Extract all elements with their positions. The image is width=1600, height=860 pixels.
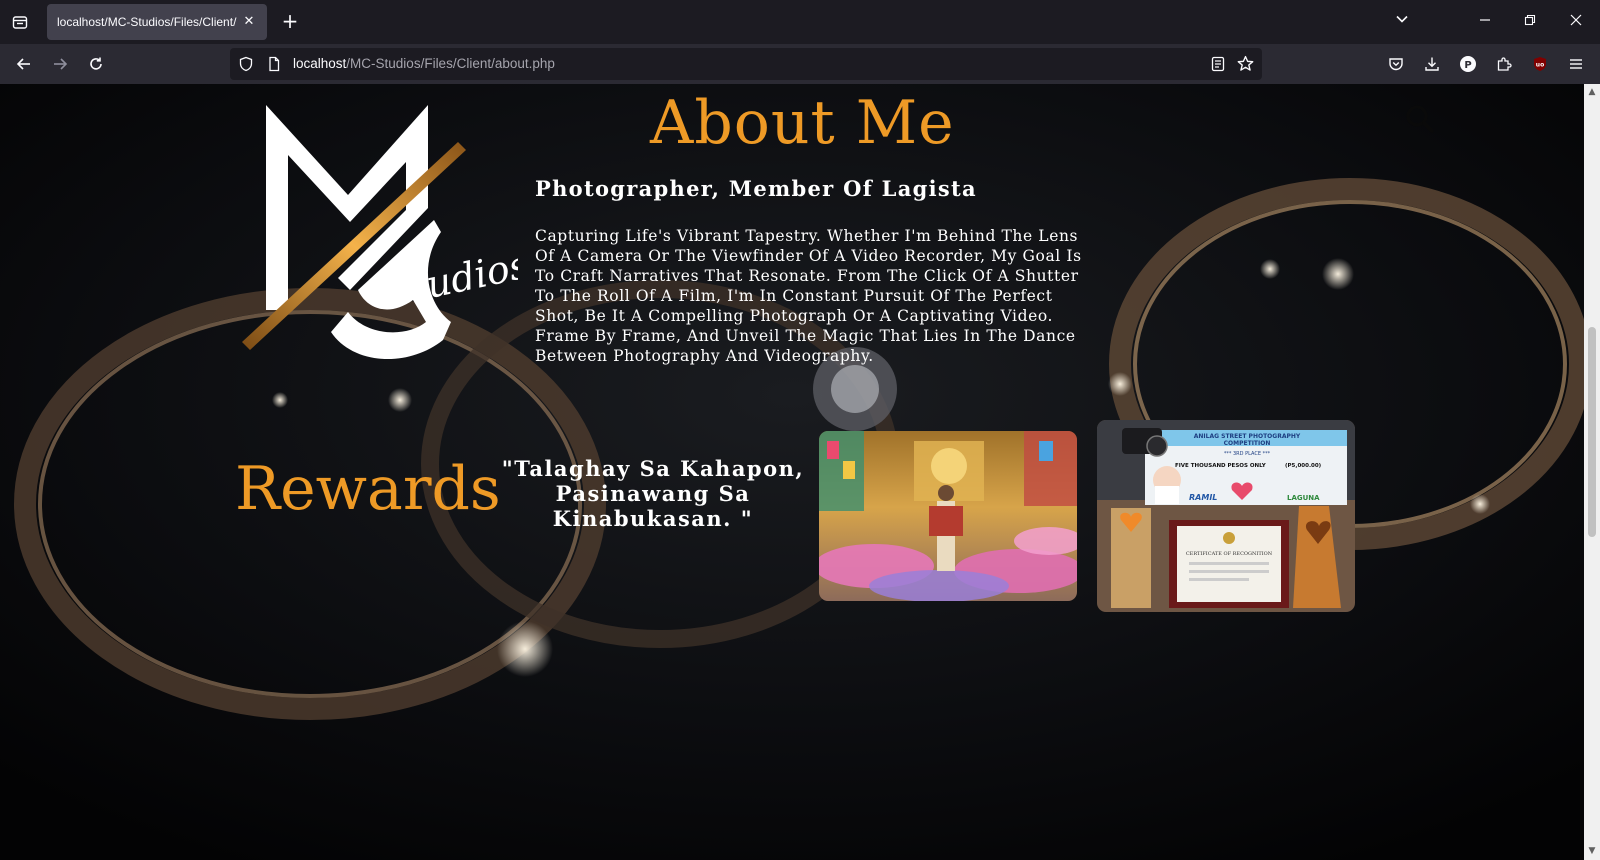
url-path: /MC-Studios/Files/Client/about.php bbox=[346, 56, 555, 71]
forward-button[interactable] bbox=[48, 52, 72, 76]
tab-list-icon bbox=[12, 16, 28, 29]
reload-icon bbox=[90, 57, 102, 70]
scroll-down-arrow[interactable]: ▼ bbox=[1587, 846, 1597, 856]
minimize-button[interactable] bbox=[1473, 10, 1497, 34]
extensions-button[interactable] bbox=[1492, 52, 1516, 76]
certificate-title: CERTIFICATE OF RECOGNITION bbox=[1186, 551, 1273, 557]
restore-button[interactable] bbox=[1518, 10, 1542, 34]
ublock-shield-icon: uo bbox=[1534, 57, 1546, 71]
award-certificate-photo[interactable]: ANILAG STREET PHOTOGRAPHY COMPETITION **… bbox=[1097, 420, 1355, 612]
minimize-icon bbox=[1480, 19, 1490, 21]
chevron-down-icon bbox=[1396, 15, 1408, 23]
svg-text:P: P bbox=[1464, 60, 1471, 71]
app-menu-button[interactable] bbox=[1564, 52, 1588, 76]
back-button[interactable] bbox=[12, 52, 36, 76]
cheque-prize-words: FIVE THOUSAND PESOS ONLY bbox=[1175, 463, 1267, 469]
puzzle-icon bbox=[1497, 57, 1512, 71]
about-title: About Me bbox=[650, 88, 955, 158]
ublock-button[interactable]: uo bbox=[1528, 52, 1552, 76]
reload-button[interactable] bbox=[84, 52, 108, 76]
cheque-header-line1: ANILAG STREET PHOTOGRAPHY bbox=[1194, 433, 1301, 440]
list-all-tabs-button[interactable] bbox=[1390, 10, 1414, 34]
url-text[interactable]: localhost/MC-Studios/Files/Client/about.… bbox=[293, 56, 555, 71]
tab-list-button[interactable] bbox=[8, 10, 32, 34]
address-bar[interactable]: localhost/MC-Studios/Files/Client/about.… bbox=[230, 48, 1262, 80]
bookmark-star-icon[interactable] bbox=[1237, 55, 1254, 72]
cheque-brand: LAGUNA bbox=[1287, 494, 1320, 502]
mc-studios-logo: Studios bbox=[242, 105, 518, 360]
cheque-header-line2: COMPETITION bbox=[1224, 440, 1271, 447]
scrollbar-thumb[interactable] bbox=[1588, 327, 1596, 537]
rewards-quote: "Talaghay Sa Kahapon, Pasinawang Sa Kina… bbox=[501, 456, 805, 531]
tab-close-icon[interactable]: ✕ bbox=[241, 14, 257, 30]
url-host: localhost bbox=[293, 56, 347, 71]
forward-arrow-icon bbox=[54, 58, 68, 70]
hamburger-menu-icon bbox=[1570, 59, 1582, 69]
search-icon[interactable] bbox=[1405, 104, 1435, 134]
cheque-prize-amount: (P5,000.00) bbox=[1285, 463, 1322, 469]
shield-icon[interactable] bbox=[238, 56, 254, 72]
svg-text:uo: uo bbox=[1536, 62, 1544, 69]
about-subtitle: Photographer, Member Of Lagista bbox=[535, 176, 977, 201]
downloads-button[interactable] bbox=[1420, 52, 1444, 76]
cheque-sponsor: RAMIL bbox=[1189, 493, 1217, 502]
about-description: Capturing Life's Vibrant Tapestry. Wheth… bbox=[535, 227, 1082, 365]
reader-view-icon[interactable] bbox=[1210, 56, 1226, 72]
download-icon bbox=[1425, 57, 1439, 71]
page-scrollbar[interactable]: ▲ ▼ bbox=[1584, 84, 1600, 860]
scroll-up-arrow[interactable]: ▲ bbox=[1587, 87, 1597, 97]
cheque-place: *** 3RD PLACE *** bbox=[1224, 451, 1271, 457]
festival-dancers-image bbox=[819, 431, 1077, 601]
rewards-title: Rewards bbox=[235, 454, 501, 524]
account-avatar-icon: P bbox=[1460, 56, 1476, 72]
award-certificate-image: ANILAG STREET PHOTOGRAPHY COMPETITION **… bbox=[1097, 420, 1355, 612]
account-button[interactable]: P bbox=[1456, 52, 1480, 76]
pocket-icon bbox=[1389, 58, 1403, 71]
pocket-button[interactable] bbox=[1384, 52, 1408, 76]
active-tab[interactable]: localhost/MC-Studios/Files/Client/ ✕ bbox=[47, 4, 267, 40]
tab-title: localhost/MC-Studios/Files/Client/ bbox=[57, 15, 237, 29]
browser-tab-bar: localhost/MC-Studios/Files/Client/ ✕ + bbox=[0, 0, 1600, 44]
new-tab-button[interactable]: + bbox=[278, 10, 302, 34]
restore-icon bbox=[1524, 14, 1536, 26]
back-arrow-icon bbox=[16, 58, 30, 70]
close-icon bbox=[1570, 14, 1582, 26]
page-icon[interactable] bbox=[266, 56, 282, 72]
browser-nav-bar: localhost/MC-Studios/Files/Client/about.… bbox=[0, 44, 1600, 84]
close-window-button[interactable] bbox=[1564, 10, 1588, 34]
festival-dancers-photo[interactable] bbox=[819, 431, 1077, 601]
about-page: Studios About Me Photographer, Member Of… bbox=[0, 84, 1584, 860]
